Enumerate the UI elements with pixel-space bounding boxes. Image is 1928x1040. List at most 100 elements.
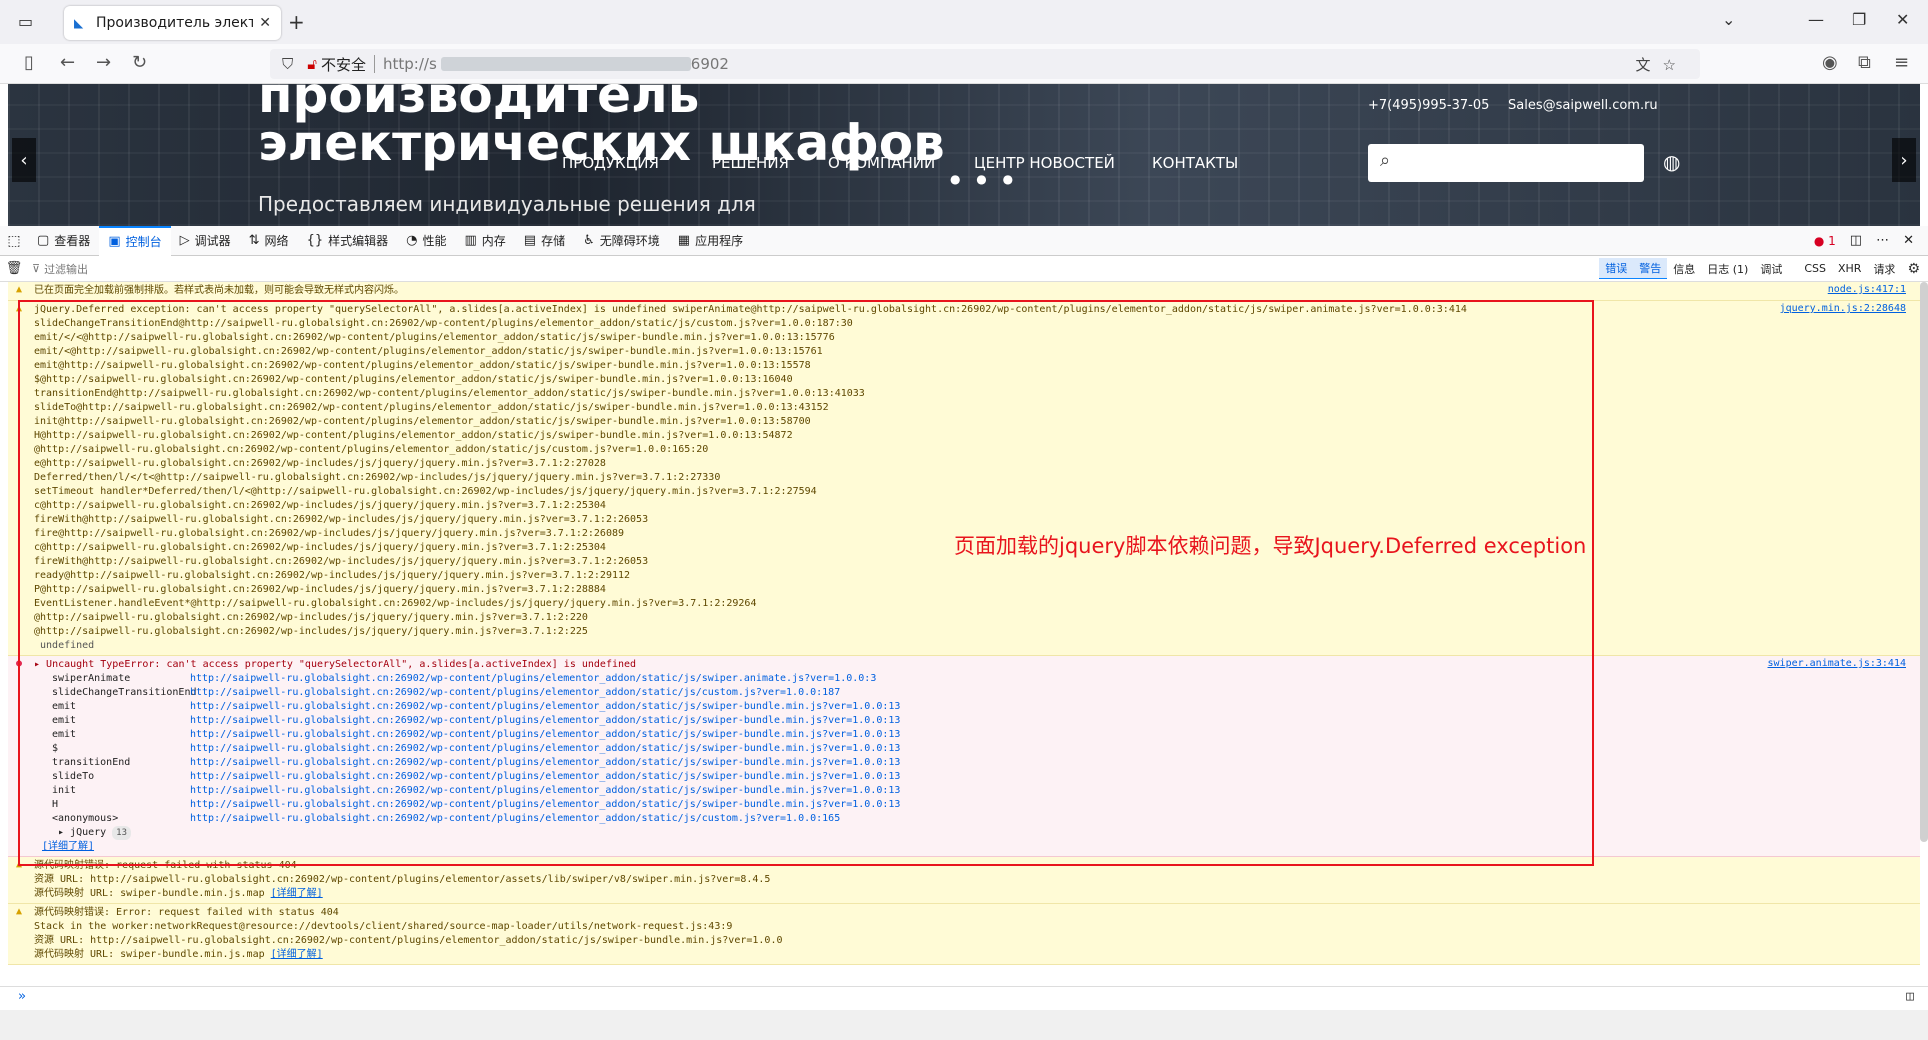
tab-overflow-chevron-icon[interactable]: ⌄ [1722,10,1735,29]
back-icon[interactable]: ← [60,52,75,73]
stack-line: @http://saipwell-ru.globalsight.cn:26902… [34,612,588,623]
tab-network[interactable]: ⇅ 网络 [240,226,298,256]
tab-storage[interactable]: ▤ 存储 [515,226,574,256]
filter-input[interactable]: 过滤输出 [44,261,88,277]
url-bar[interactable]: ⛉ 🔓︎ 不安全 http://s 6902 文☆ [270,49,1700,79]
message-source-link[interactable]: swiper.animate.js:3:414 [1768,658,1906,669]
level-errors[interactable]: 错误 [1599,258,1634,279]
console-settings-gear-icon[interactable]: ⚙ [1907,261,1920,277]
learn-more-link[interactable]: [详细了解] [271,888,323,899]
jquery-group[interactable]: ▸ jQuery 13 [34,826,1920,840]
tab-debugger[interactable]: ▷ 调试器 [171,226,240,256]
close-devtools-icon[interactable]: ✕ [1903,233,1914,248]
stack-location-link[interactable]: http://saipwell-ru.globalsight.cn:26902/… [190,700,1920,714]
stack-location-link[interactable]: http://saipwell-ru.globalsight.cn:26902/… [190,742,1920,756]
level-warnings[interactable]: 警告 [1633,258,1668,279]
slider-next-arrow[interactable]: › [1892,138,1916,182]
message-source-link[interactable]: jquery.min.js:2:28648 [1780,303,1906,314]
insecure-lock-icon[interactable]: 🔓︎ [307,55,317,73]
menu-item-contacts[interactable]: КОНТАКТЫ [1152,154,1238,172]
menu-item-news[interactable]: ЦЕНТР НОВОСТЕЙ [974,154,1115,172]
filter-xhr[interactable]: XHR [1832,260,1867,277]
stack-line: fireWith@http://saipwell-ru.globalsight.… [34,514,649,525]
style-editor-icon: {} [306,233,324,248]
warning-icon: ▲ [16,303,23,314]
stack-location-link[interactable]: http://saipwell-ru.globalsight.cn:26902/… [190,714,1920,728]
tab-performance[interactable]: ◔ 性能 [397,226,455,256]
clear-console-icon[interactable]: 🗑︎ [0,261,28,276]
filter-css[interactable]: CSS [1798,260,1832,277]
stack-line: undefined [34,640,95,651]
email-address[interactable]: Sales@saipwell.com.ru [1508,98,1658,113]
slider-prev-arrow[interactable]: ‹ [12,138,36,182]
stack-line: emit/<@http://saipwell-ru.globalsight.cn… [34,346,823,357]
debugger-icon: ▷ [179,233,190,248]
account-icon[interactable]: ◉ [1822,52,1838,73]
translate-bookmark-icons[interactable]: 文☆ [1636,54,1688,75]
forward-icon[interactable]: → [96,52,111,73]
dock-icon[interactable]: ◫ [1850,233,1862,248]
console-scrollbar[interactable] [1920,282,1928,842]
level-logs[interactable]: 日志 (1) [1701,259,1754,279]
level-info[interactable]: 信息 [1667,259,1701,279]
language-globe-icon[interactable]: ◍ [1663,150,1680,174]
learn-more-link[interactable]: [详细了解] [42,841,94,852]
tab-memory[interactable]: ▥ 内存 [455,226,514,256]
message-source-link[interactable]: node.js:417:1 [1828,284,1906,295]
stack-location-link[interactable]: http://saipwell-ru.globalsight.cn:26902/… [190,812,1920,826]
error-icon: ● [16,658,23,669]
element-picker-icon[interactable]: ⬚ [0,233,28,249]
level-debug[interactable]: 调试 [1754,259,1788,279]
stack-line: @http://saipwell-ru.globalsight.cn:26902… [34,626,588,637]
phone-number[interactable]: +7(495)995-37-05 [1368,98,1489,113]
stack-location-link[interactable]: http://saipwell-ru.globalsight.cn:26902/… [190,798,1920,812]
tab-list-icon[interactable]: ▭ [18,12,33,31]
sidebar-icon[interactable]: ▯ [24,52,34,73]
minimize-icon[interactable]: — [1808,10,1824,29]
filter-requests[interactable]: 请求 [1867,259,1901,279]
stack-line: transitionEnd@http://saipwell-ru.globals… [34,388,865,399]
menu-item-solutions[interactable]: РЕШЕНИЯ [712,154,789,172]
stack-location-link[interactable]: http://saipwell-ru.globalsight.cn:26902/… [190,784,1920,798]
close-tab-icon[interactable]: ✕ [259,15,271,31]
extensions-icon[interactable]: ⧉ [1858,52,1871,73]
tab-inspector[interactable]: ▢ 查看器 [28,226,99,256]
stack-location-link[interactable]: http://saipwell-ru.globalsight.cn:26902/… [190,672,1920,686]
stack-line: jQuery.Deferred exception: can't access … [34,304,1467,315]
stack-location-link[interactable]: http://saipwell-ru.globalsight.cn:26902/… [190,728,1920,742]
devtools-toolbar: ⬚ ▢ 查看器 ▣ 控制台 ▷ 调试器 ⇅ 网络 {} 样式编辑器 ◔ 性能 ▥ 内存 ▤ 存储… [0,225,1928,256]
browser-tab[interactable]: ◣ Производитель электричес ✕ [64,6,281,40]
tracking-shield-icon[interactable]: ⛉ [282,55,293,73]
reload-icon[interactable]: ↻ [132,52,147,73]
warning-text: 已在页面完全加载前强制排版。若样式表尚未加载，则可能会导致无样式内容闪烁。 [34,285,404,296]
more-options-icon[interactable]: ⋯ [1876,233,1889,248]
menu-item-about[interactable]: О КОМПАНИИ [828,154,935,172]
stack-location-link[interactable]: http://saipwell-ru.globalsight.cn:26902/… [190,770,1920,784]
performance-icon: ◔ [406,233,418,248]
tab-application[interactable]: ▦ 应用程序 [669,226,752,256]
editor-mode-icon[interactable]: ◫ [1906,989,1914,1004]
stack-location-link[interactable]: http://saipwell-ru.globalsight.cn:26902/… [190,756,1920,770]
menu-item-products[interactable]: ПРОДУКЦИЯ [562,154,659,172]
tab-console[interactable]: ▣ 控制台 [99,225,171,256]
error-title[interactable]: ▸ Uncaught TypeError: can't access prope… [34,658,1920,672]
url-text: http://s [383,55,437,73]
error-count-badge[interactable]: ● 1 [1814,234,1836,248]
stack-location-link[interactable]: http://saipwell-ru.globalsight.cn:26902/… [190,686,1920,700]
accessibility-icon: ♿︎ [583,233,595,248]
stack-line: init@http://saipwell-ru.globalsight.cn:2… [34,416,811,427]
close-window-icon[interactable]: ✕ [1896,10,1909,29]
learn-more-link[interactable]: [详细了解] [271,949,323,960]
console-input[interactable]: » ◫ [0,986,1928,1010]
tab-style-editor[interactable]: {} 样式编辑器 [298,226,398,256]
console-output: ▲ 已在页面完全加载前强制排版。若样式表尚未加载，则可能会导致无样式内容闪烁。 … [8,282,1920,986]
stack-line: $@http://saipwell-ru.globalsight.cn:2690… [34,374,793,385]
expand-triangle-icon[interactable]: ▸ [58,827,70,838]
site-search-input[interactable]: ⌕ [1368,144,1644,182]
tab-accessibility[interactable]: ♿︎ 无障碍环境 [574,226,669,256]
restore-icon[interactable]: ❐ [1852,10,1866,29]
new-tab-button[interactable]: + [288,10,305,34]
menu-icon[interactable]: ≡ [1894,52,1909,73]
slider-dots[interactable]: ● ● ● [950,172,1019,186]
expand-triangle-icon[interactable]: ▸ [34,659,46,670]
